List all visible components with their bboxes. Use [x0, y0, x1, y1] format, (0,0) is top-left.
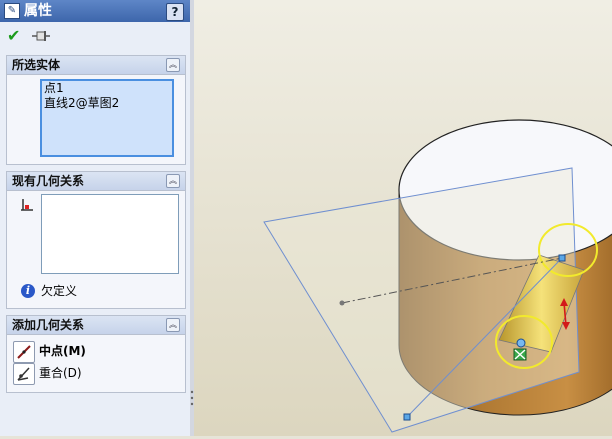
- panel-toolbar: ✔: [0, 22, 190, 50]
- add-relations-title: 添加几何关系: [12, 318, 85, 332]
- endpoint-handle-top[interactable]: [558, 254, 566, 262]
- existing-relations-section: 现有几何关系 ︽ i 欠定义: [6, 171, 186, 309]
- selected-entities-section: 所选实体 ︽ 点1 直线2@草图2: [6, 55, 186, 165]
- add-relations-section: 添加几何关系 ︽ 中点(M) 重合(D): [6, 315, 186, 393]
- selected-entities-list[interactable]: 点1 直线2@草图2: [40, 79, 174, 157]
- 3d-model-scene[interactable]: [194, 0, 612, 436]
- pin-icon[interactable]: [30, 28, 52, 44]
- selected-point[interactable]: [516, 338, 526, 348]
- property-manager-panel: ✎ 属性 ? ✔ 所选实体 ︽ 点1 直线2@草图2 现有几何关系 ︽ i 欠定…: [0, 0, 191, 436]
- collapse-chevron-icon[interactable]: ︽: [166, 174, 180, 188]
- add-relations-header[interactable]: 添加几何关系 ︽: [7, 316, 185, 335]
- list-item[interactable]: 直线2@草图2: [42, 96, 172, 111]
- definition-status: 欠定义: [41, 284, 78, 298]
- help-button[interactable]: ?: [166, 3, 184, 21]
- midpoint-relation-button[interactable]: [13, 341, 35, 363]
- panel-title-bar: ✎ 属性 ?: [0, 0, 190, 22]
- coincident-icon: [17, 367, 30, 381]
- graphics-viewport[interactable]: [194, 0, 612, 436]
- collapse-chevron-icon[interactable]: ︽: [166, 318, 180, 332]
- panel-title: 属性: [24, 3, 52, 19]
- existing-relations-title: 现有几何关系: [12, 174, 85, 188]
- ok-checkmark-button[interactable]: ✔: [7, 27, 20, 45]
- existing-relations-list[interactable]: [41, 194, 179, 274]
- sketch-point[interactable]: [339, 300, 345, 306]
- list-item[interactable]: 点1: [42, 81, 172, 96]
- coincident-relation-button[interactable]: [13, 363, 35, 385]
- midpoint-relation-label[interactable]: 中点(M): [39, 343, 86, 359]
- coincident-relation-label[interactable]: 重合(D): [39, 365, 82, 381]
- relation-marker-icon: [513, 348, 527, 361]
- existing-relations-header[interactable]: 现有几何关系 ︽: [7, 172, 185, 191]
- selected-entities-title: 所选实体: [12, 58, 61, 72]
- selected-entities-header[interactable]: 所选实体 ︽: [7, 56, 185, 75]
- collapse-chevron-icon[interactable]: ︽: [166, 58, 180, 72]
- midpoint-icon: [17, 345, 31, 359]
- relation-icon: [21, 199, 33, 211]
- info-icon: i: [21, 284, 35, 298]
- endpoint-handle-bottom[interactable]: [403, 413, 411, 421]
- properties-icon: ✎: [4, 3, 20, 19]
